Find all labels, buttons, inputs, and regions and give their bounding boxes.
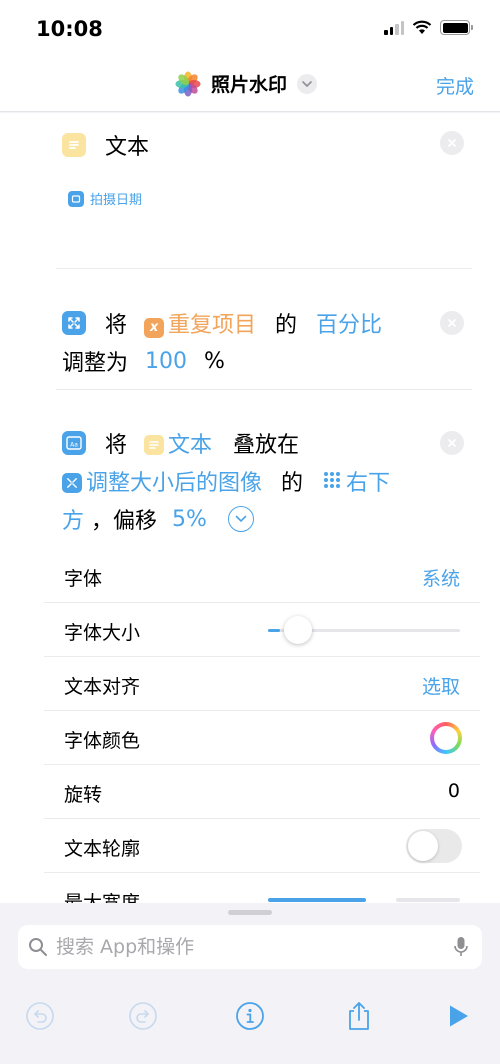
done-button[interactable]: 完成	[436, 72, 474, 99]
text-action-card[interactable]: 文本 拍摄日期	[44, 113, 480, 268]
param-rotation-value[interactable]: 0	[448, 780, 460, 802]
text-doc-icon	[62, 133, 86, 157]
text-outline-toggle[interactable]	[406, 829, 462, 863]
param-font-size-label: 字体大小	[64, 622, 141, 644]
text-doc-icon	[144, 435, 165, 455]
param-text-align-value[interactable]: 选取	[422, 672, 460, 699]
wifi-icon	[412, 20, 432, 34]
status-time: 10:08	[36, 17, 103, 41]
param-font-color[interactable]: 字体颜色	[44, 711, 480, 765]
mic-icon[interactable]	[454, 936, 468, 958]
slider-fill	[268, 629, 280, 632]
color-picker-icon[interactable]	[430, 722, 462, 754]
param-font-color-label: 字体颜色	[64, 730, 141, 752]
param-text-outline: 文本轮廓	[44, 819, 480, 873]
resize-value-param[interactable]: 100	[145, 349, 187, 374]
position-param-cont[interactable]: 方	[62, 509, 84, 534]
share-icon	[349, 1002, 369, 1030]
signal-icon	[384, 20, 404, 35]
undo-icon	[26, 1002, 54, 1030]
font-size-slider[interactable]	[268, 616, 460, 644]
nav-bar: 照片水印 完成	[0, 60, 500, 112]
redo-icon	[129, 1002, 157, 1030]
share-button[interactable]	[341, 998, 377, 1034]
resized-image-variable[interactable]: 调整大小后的图像	[86, 471, 262, 496]
date-taken-token[interactable]: 拍摄日期	[68, 189, 142, 208]
param-font-label: 字体	[64, 568, 103, 590]
param-text-align-label: 文本对齐	[64, 676, 141, 698]
resize-word-3: 调整为	[62, 351, 129, 376]
close-icon[interactable]	[440, 311, 464, 335]
actions-drawer	[0, 903, 500, 1064]
play-icon	[450, 1005, 468, 1027]
shortcut-title-button[interactable]: 照片水印	[175, 70, 318, 97]
resize-icon	[62, 311, 86, 335]
resize-unit: %	[204, 348, 225, 374]
param-text-outline-label: 文本轮廓	[64, 838, 141, 860]
search-icon	[29, 938, 47, 956]
shortcut-title: 照片水印	[211, 74, 288, 96]
max-width-slider-track[interactable]	[396, 898, 460, 902]
status-bar: 10:08	[0, 0, 500, 60]
resize-word-2: 的	[275, 313, 298, 338]
param-font-size: 字体大小	[44, 603, 480, 657]
overlay-word-1: 将	[105, 433, 128, 458]
chevron-down-icon	[297, 73, 318, 94]
close-icon[interactable]	[440, 131, 464, 155]
run-button[interactable]	[441, 998, 477, 1034]
param-font[interactable]: 字体 系统	[44, 549, 480, 603]
redo-button[interactable]	[125, 998, 161, 1034]
undo-button[interactable]	[22, 998, 58, 1034]
param-rotation-label: 旋转	[64, 784, 103, 806]
resize-word-1: 将	[105, 313, 128, 338]
close-icon[interactable]	[440, 431, 464, 455]
photos-icon	[175, 71, 201, 96]
variable-x-icon: x	[144, 317, 165, 338]
param-max-width[interactable]: 最大宽度	[44, 873, 480, 903]
search-bar[interactable]	[18, 925, 482, 969]
param-rotation[interactable]: 旋转 0	[44, 765, 480, 819]
info-icon	[236, 1002, 264, 1030]
repeat-item-variable[interactable]: 重复项目	[168, 313, 256, 338]
overlay-word-4: ，偏移	[91, 509, 158, 534]
slider-knob[interactable]	[283, 616, 312, 644]
param-max-width-label: 最大宽度	[64, 892, 141, 903]
overlay-word-3: 的	[281, 471, 304, 496]
resize-action-card[interactable]: 将 x 重复项目 的 百分比 调整为 100 %	[44, 293, 480, 389]
resize-mode-param[interactable]: 百分比	[316, 313, 382, 338]
battery-icon	[440, 20, 473, 35]
param-font-value[interactable]: 系统	[422, 564, 460, 591]
param-text-align[interactable]: 文本对齐 选取	[44, 657, 480, 711]
overlay-image-icon: Aa	[62, 431, 86, 455]
date-taken-label: 拍摄日期	[90, 193, 143, 208]
drawer-handle[interactable]	[228, 910, 272, 915]
max-width-slider-fill[interactable]	[268, 898, 366, 902]
overlay-word-2: 叠放在	[233, 433, 300, 458]
divider	[56, 268, 472, 269]
text-variable[interactable]: 文本	[168, 433, 212, 458]
text-action-title: 文本	[105, 135, 150, 160]
exif-icon	[68, 190, 84, 207]
status-icons	[384, 20, 473, 35]
position-param[interactable]: 右下	[346, 471, 390, 496]
overlay-text-action-card[interactable]: Aa 将 文本 叠放在 调整大小后的图像 的 右下 方 ，偏移 5%	[44, 413, 480, 548]
svg-text:Aa: Aa	[70, 442, 78, 449]
grid-position-icon	[322, 470, 342, 490]
search-input[interactable]	[56, 925, 436, 969]
divider	[56, 389, 472, 390]
shortcut-editor: 文本 拍摄日期 将 x 重复项目 的 百分比 调整为 100 % Aa 将 文本…	[0, 113, 500, 903]
expand-chevron-icon[interactable]	[227, 506, 254, 532]
offset-param[interactable]: 5%	[172, 507, 207, 532]
info-button[interactable]	[232, 998, 268, 1034]
resize-icon	[62, 473, 82, 493]
